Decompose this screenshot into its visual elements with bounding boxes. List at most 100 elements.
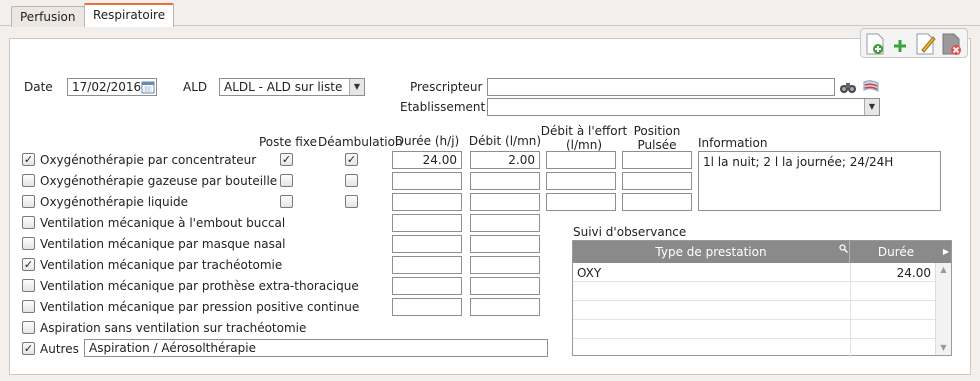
duree-field-2[interactable] [392, 193, 462, 211]
column-header-duree[interactable]: Durée [850, 241, 942, 263]
position-field-2[interactable] [622, 193, 692, 211]
cell-duree [850, 320, 935, 339]
checkbox-poste-fixe-1[interactable] [280, 174, 293, 187]
prescripteur-label: Prescripteur [410, 80, 483, 94]
header-position-line1: Position [633, 124, 681, 138]
row-label-3: Ventilation mécanique à l'embout buccal [40, 216, 286, 230]
delete-document-button[interactable] [940, 32, 964, 56]
debit-field-4[interactable] [470, 235, 540, 253]
calendar-icon[interactable] [141, 80, 155, 94]
date-field[interactable]: 17/02/2016 [67, 78, 157, 96]
header-duree: Durée (h/j) [394, 134, 460, 148]
edit-document-icon [916, 33, 936, 55]
etablissement-select[interactable]: ▼ [487, 98, 880, 116]
checkbox-poste-fixe-0[interactable]: ✓ [280, 153, 293, 166]
prescripteur-field[interactable] [487, 78, 835, 96]
checkbox-deambulation-2[interactable] [345, 195, 358, 208]
debit-field-6[interactable] [470, 277, 540, 295]
position-field-1[interactable] [622, 172, 692, 190]
table-row[interactable] [573, 301, 935, 320]
observance-title: Suivi d'observance [573, 225, 687, 239]
binoculars-icon[interactable] [839, 79, 857, 95]
chevron-down-icon[interactable]: ▼ [349, 79, 364, 95]
debit-effort-field-2[interactable] [546, 193, 616, 211]
checkbox-row-4[interactable] [22, 237, 35, 250]
position-field-0[interactable] [622, 151, 692, 169]
header-position-pulsee: Position Pulsée [622, 124, 692, 152]
checkbox-deambulation-1[interactable] [345, 174, 358, 187]
column-header-type[interactable]: Type de prestation [573, 241, 850, 263]
autres-field[interactable]: Aspiration / Aérosolthérapie [84, 339, 548, 357]
table-row[interactable] [573, 320, 935, 339]
row-label-9: Autres [40, 342, 79, 356]
checkbox-row-5[interactable]: ✓ [22, 258, 35, 271]
information-textarea[interactable]: 1l la nuit; 2 l la journée; 24/24H [698, 151, 941, 211]
debit-effort-field-1[interactable] [546, 172, 616, 190]
flag-icon[interactable] [862, 79, 880, 95]
add-document-icon [866, 33, 884, 55]
duree-field-4[interactable] [392, 235, 462, 253]
ald-select[interactable]: ALDL - ALD sur liste ▼ [219, 78, 365, 96]
edit-document-button[interactable] [914, 32, 938, 56]
date-label: Date [24, 80, 53, 94]
table-row[interactable] [573, 339, 935, 358]
scroll-down-icon[interactable]: ▼ [936, 341, 951, 355]
header-position-line2: Pulsée [637, 138, 677, 152]
table-row[interactable]: OXY 24.00 [573, 263, 935, 282]
chevron-down-icon[interactable]: ▼ [864, 99, 879, 115]
checkbox-row-6[interactable] [22, 279, 35, 292]
checkbox-row-7[interactable] [22, 300, 35, 313]
duree-field-1[interactable] [392, 172, 462, 190]
duree-field-6[interactable] [392, 277, 462, 295]
checkbox-row-2[interactable] [22, 195, 35, 208]
row-label-4: Ventilation mécanique par masque nasal [40, 237, 286, 251]
search-icon[interactable] [839, 244, 848, 253]
header-debit-effort: Débit à l'effort (l/mn) [538, 124, 630, 152]
add-button[interactable] [888, 32, 912, 56]
cell-type: OXY [577, 266, 602, 280]
etablissement-label: Etablissement [400, 100, 486, 114]
row-label-2: Oxygénothérapie liquide [40, 195, 188, 209]
header-debit-effort-line2: (l/mn) [565, 138, 603, 152]
debit-field-5[interactable] [470, 256, 540, 274]
delete-document-icon [942, 33, 961, 55]
checkbox-row-0[interactable]: ✓ [22, 153, 35, 166]
table-row[interactable] [573, 282, 935, 301]
cell-duree [850, 282, 935, 301]
ald-value: ALDL - ALD sur liste [224, 80, 343, 94]
checkbox-row-9[interactable]: ✓ [22, 342, 35, 355]
checkbox-row-8[interactable] [22, 321, 35, 334]
scroll-up-icon[interactable]: ▲ [936, 263, 951, 277]
checkbox-deambulation-0[interactable]: ✓ [345, 153, 358, 166]
header-debit: Débit (l/mn) [468, 134, 542, 148]
row-label-8: Aspiration sans ventilation sur trachéot… [40, 321, 307, 335]
header-information: Information [698, 136, 768, 150]
duree-field-7[interactable] [392, 298, 462, 316]
toolbar [860, 28, 968, 58]
plus-icon [894, 40, 906, 52]
debit-field-2[interactable] [470, 193, 540, 211]
row-label-1: Oxygénothérapie gazeuse par bouteille [40, 174, 278, 188]
tab-perfusion[interactable]: Perfusion [11, 6, 85, 27]
debit-effort-field-0[interactable] [546, 151, 616, 169]
debit-field-7[interactable] [470, 298, 540, 316]
chevron-right-icon[interactable]: ▶ [943, 241, 949, 263]
header-deambulation: Déambulation [318, 135, 403, 149]
duree-field-5[interactable] [392, 256, 462, 274]
tab-respiratoire[interactable]: Respiratoire [84, 3, 175, 27]
add-document-button[interactable] [864, 32, 888, 56]
header-debit-effort-line1: Débit à l'effort [540, 124, 628, 138]
checkbox-row-1[interactable] [22, 174, 35, 187]
row-label-0: Oxygénothérapie par concentrateur [40, 153, 257, 167]
debit-field-1[interactable] [470, 172, 540, 190]
checkbox-poste-fixe-2[interactable] [280, 195, 293, 208]
duree-field-3[interactable] [392, 214, 462, 232]
debit-field-0[interactable]: 2.00 [470, 151, 540, 169]
checkbox-row-3[interactable] [22, 216, 35, 229]
row-label-7: Ventilation mécanique par pression posit… [40, 300, 360, 314]
cell-duree [850, 301, 935, 320]
vertical-scrollbar[interactable]: ▲ ▼ [935, 263, 951, 355]
debit-field-3[interactable] [470, 214, 540, 232]
duree-field-0[interactable]: 24.00 [392, 151, 462, 169]
cell-duree [850, 339, 935, 358]
